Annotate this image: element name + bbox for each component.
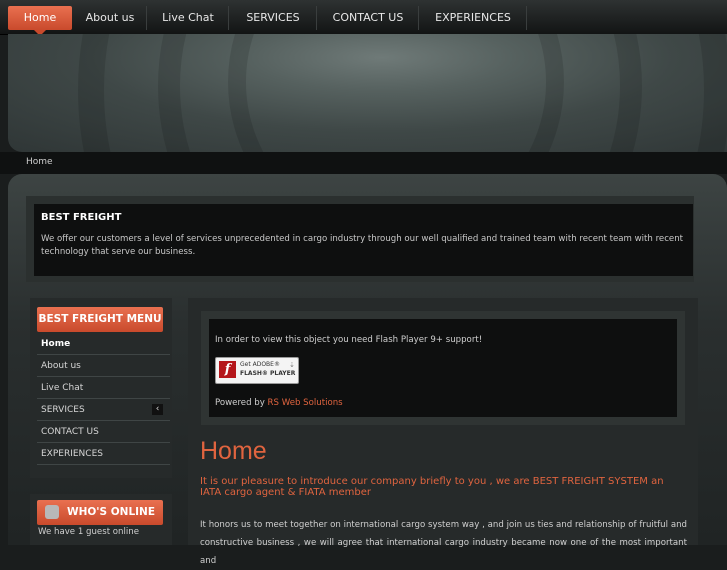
nav-experiences[interactable]: EXPERIENCES (420, 6, 527, 30)
nav-about-us[interactable]: About us (74, 6, 147, 30)
top-nav: Home About us Live Chat SERVICES CONTACT… (0, 0, 727, 36)
flash-message: In order to view this object you need Fl… (215, 335, 483, 345)
flash-badge-line1: Get ADOBE® (240, 361, 280, 368)
breadcrumb-bar: Home (0, 152, 727, 174)
sidebar-item-services[interactable]: SERVICES ‹ (37, 399, 170, 421)
page-title: Home (200, 437, 267, 465)
intro-text: We offer our customers a level of servic… (41, 234, 684, 257)
powered-by: Powered by RS Web Solutions (215, 398, 343, 408)
nav-contact-us[interactable]: CONTACT US (318, 6, 419, 30)
body-paragraph: It honors us to meet together on interna… (200, 520, 687, 566)
powered-by-prefix: Powered by (215, 398, 265, 408)
powered-by-link[interactable]: RS Web Solutions (268, 398, 343, 408)
nav-home[interactable]: Home (8, 6, 72, 36)
breadcrumb: Home (26, 157, 53, 167)
whos-online-title: WHO'S ONLINE (37, 500, 163, 525)
sidebar-item-home[interactable]: Home (37, 333, 170, 355)
header-banner (8, 34, 727, 152)
sidebar-item-live-chat[interactable]: Live Chat (37, 377, 170, 399)
users-icon (45, 505, 59, 519)
chevron-left-icon[interactable]: ‹ (152, 404, 163, 415)
lead-text: It is our pleasure to introduce our comp… (200, 476, 664, 498)
sidebar-item-label: CONTACT US (41, 427, 99, 437)
sidebar-item-label: About us (41, 361, 81, 371)
download-arrow-icon: ⇣ (289, 361, 295, 369)
intro-panel: BEST FREIGHT We offer our customers a le… (34, 204, 693, 276)
sidebar-item-about-us[interactable]: About us (37, 355, 170, 377)
sidebar-menu-title: BEST FREIGHT MENU (37, 307, 163, 332)
intro-title: BEST FREIGHT (41, 212, 122, 223)
sidebar-item-label: Live Chat (41, 383, 84, 393)
flash-panel: In order to view this object you need Fl… (209, 319, 677, 417)
whos-online-label: WHO'S ONLINE (67, 506, 155, 518)
sidebar-item-label: EXPERIENCES (41, 449, 103, 459)
sidebar-item-contact-us[interactable]: CONTACT US (37, 421, 170, 443)
get-flash-player-button[interactable]: f Get ADOBE® FLASH® PLAYER ⇣ (215, 357, 299, 384)
nav-services[interactable]: SERVICES (230, 6, 317, 30)
banner-decoration (78, 34, 727, 152)
flash-icon: f (219, 361, 236, 378)
nav-live-chat[interactable]: Live Chat (148, 6, 229, 30)
flash-box: In order to view this object you need Fl… (201, 311, 685, 425)
sidebar-item-label: SERVICES (41, 405, 85, 415)
whos-online-text: We have 1 guest online (38, 527, 140, 537)
intro-box: BEST FREIGHT We offer our customers a le… (26, 196, 694, 282)
flash-badge-line2: FLASH® PLAYER (240, 370, 296, 377)
sidebar-item-label: Home (41, 339, 71, 349)
sidebar-item-experiences[interactable]: EXPERIENCES (37, 443, 170, 465)
